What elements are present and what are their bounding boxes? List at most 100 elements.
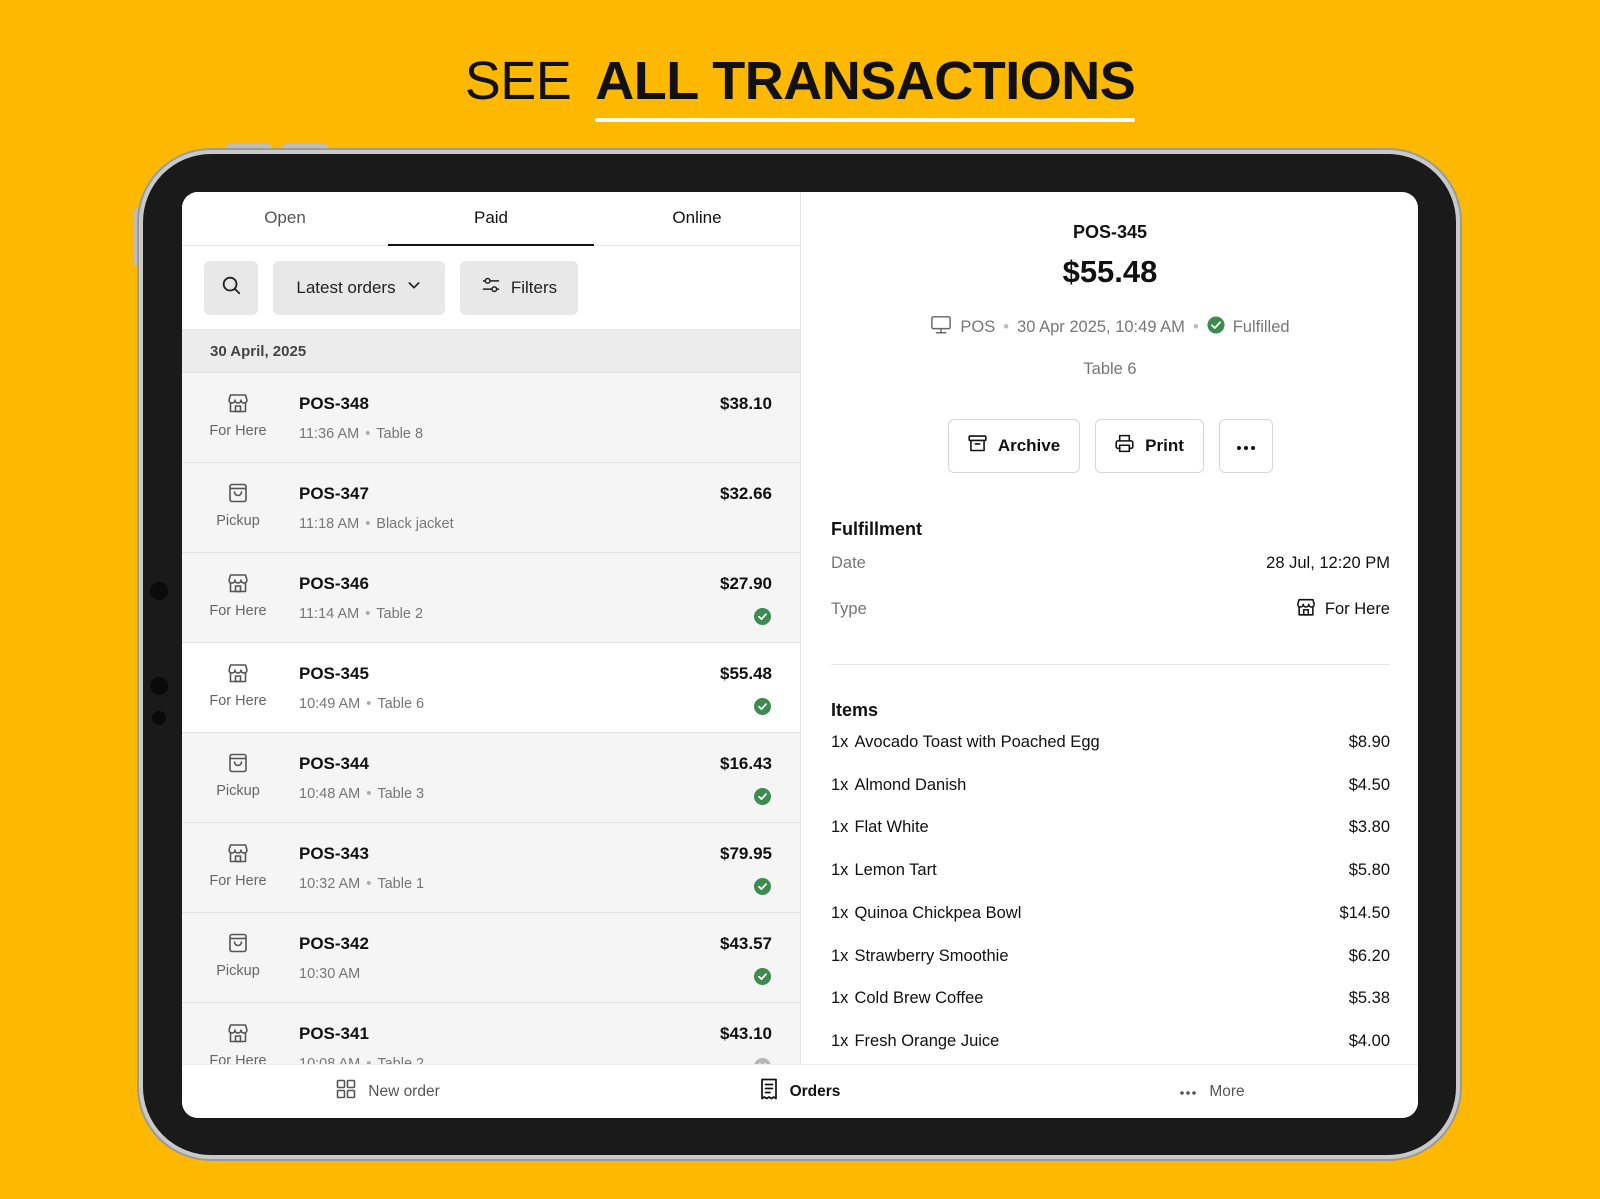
printer-icon <box>1114 433 1135 459</box>
tab-online[interactable]: Online <box>594 192 800 245</box>
search-button[interactable] <box>204 260 258 315</box>
app-screen: Open Paid Online Latest orders Filters 3… <box>182 192 1418 1118</box>
more-actions-button[interactable] <box>1218 419 1273 473</box>
section-divider <box>831 664 1390 665</box>
order-row[interactable]: Pickup POS-347 11:18 AM • Black jacket $32.66 <box>182 463 800 553</box>
order-type: Pickup <box>204 481 272 529</box>
order-amount: $55.48 <box>720 664 772 683</box>
separator-dot: • <box>366 876 372 892</box>
filters-label: Filters <box>510 277 558 297</box>
print-label: Print <box>1145 436 1184 455</box>
order-type: Pickup <box>204 931 272 979</box>
line-item: 1x Strawberry Smoothie $6.20 <box>831 947 1390 966</box>
order-type: For Here <box>204 571 272 619</box>
filters-button[interactable]: Filters <box>460 260 578 315</box>
tablet-sensor <box>152 711 166 725</box>
line-item-name: Lemon Tart <box>854 861 937 880</box>
status-tabs: Open Paid Online <box>182 192 800 246</box>
order-type-label: For Here <box>209 693 267 709</box>
line-item-desc: 1x Lemon Tart <box>831 861 937 880</box>
line-item: 1x Fresh Orange Juice $4.00 <box>831 1032 1390 1051</box>
order-row[interactable]: For Here POS-346 11:14 AM • Table 2 $27.90 <box>182 553 800 643</box>
line-item-name: Strawberry Smoothie <box>854 946 1009 965</box>
detail-actions: Archive Print <box>802 419 1418 473</box>
order-row[interactable]: For Here POS-341 10:08 AM • Table 2 $43.10 <box>182 1003 800 1064</box>
fulfillment-date-label: Date <box>831 554 866 572</box>
line-item-qty: 1x <box>831 946 849 965</box>
line-item-price: $5.38 <box>1348 989 1390 1008</box>
order-id: POS-344 <box>299 754 369 773</box>
sort-dropdown[interactable]: Latest orders <box>273 260 445 315</box>
order-type-label: For Here <box>209 423 267 439</box>
line-item-qty: 1x <box>831 1031 849 1050</box>
nav-new-order[interactable]: New order <box>182 1065 594 1118</box>
order-type-label: For Here <box>209 603 267 619</box>
nav-orders[interactable]: Orders <box>594 1065 1006 1118</box>
store-icon <box>204 391 272 415</box>
print-button[interactable]: Print <box>1094 419 1204 473</box>
detail-source: POS <box>960 318 996 336</box>
order-id: POS-348 <box>299 394 369 413</box>
detail-meta: POS • 30 Apr 2025, 10:49 AM • Fulfilled <box>802 315 1418 340</box>
order-time: 10:08 AM <box>299 1056 361 1064</box>
line-item-name: Quinoa Chickpea Bowl <box>854 903 1022 922</box>
order-row[interactable]: For Here POS-343 10:32 AM • Table 1 $79.95 <box>182 823 800 913</box>
grid-icon <box>336 1079 356 1104</box>
line-item-desc: 1x Strawberry Smoothie <box>831 947 1009 966</box>
order-type-label: Pickup <box>216 963 260 979</box>
separator-dot: • <box>366 786 372 802</box>
line-item-name: Almond Danish <box>854 775 967 794</box>
orders-list: For Here POS-348 11:36 AM • Table 8 $38.10 Pic… <box>182 373 800 1064</box>
tab-paid[interactable]: Paid <box>388 192 594 246</box>
order-note: Table 6 <box>377 696 425 712</box>
line-item-price: $3.80 <box>1348 818 1390 837</box>
nav-more[interactable]: More <box>1006 1065 1418 1118</box>
order-id: POS-347 <box>299 484 369 503</box>
order-meta: 11:14 AM • Table 2 <box>299 606 423 622</box>
order-note: Table 8 <box>376 426 424 442</box>
line-item-price: $5.80 <box>1348 861 1390 880</box>
store-icon <box>204 1021 272 1045</box>
detail-datetime: 30 Apr 2025, 10:49 AM <box>1017 318 1185 336</box>
order-amount: $32.66 <box>720 484 772 503</box>
line-item-name: Flat White <box>854 818 929 837</box>
bottom-navigation: New order Orders More <box>182 1064 1418 1118</box>
fulfillment-type-label: Type <box>831 600 867 618</box>
order-row[interactable]: Pickup POS-342 10:30 AM $43.57 <box>182 913 800 1003</box>
order-meta: 11:36 AM • Table 8 <box>299 426 423 442</box>
order-note: Table 3 <box>377 786 425 802</box>
line-item-name: Cold Brew Coffee <box>854 989 984 1008</box>
order-meta: 10:32 AM • Table 1 <box>299 876 424 892</box>
order-row[interactable]: For Here POS-345 10:49 AM • Table 6 $55.48 <box>182 643 800 733</box>
sort-label: Latest orders <box>296 277 396 297</box>
order-time: 10:30 AM <box>299 966 361 982</box>
tab-open[interactable]: Open <box>182 192 388 245</box>
fulfillment-date-value: 28 Jul, 12:20 PM <box>1266 554 1390 572</box>
line-item-desc: 1x Fresh Orange Juice <box>831 1032 999 1051</box>
line-item-desc: 1x Avocado Toast with Poached Egg <box>831 733 1100 752</box>
order-time: 10:48 AM <box>299 786 361 802</box>
order-detail-panel: POS-345 $55.48 POS • 30 Apr 2025, 10:49 … <box>802 192 1418 1064</box>
date-group-header: 30 April, 2025 <box>182 330 800 373</box>
bag-icon <box>204 481 272 505</box>
line-item-desc: 1x Cold Brew Coffee <box>831 989 983 1008</box>
order-meta: 10:49 AM • Table 6 <box>299 696 424 712</box>
list-toolbar: Latest orders Filters <box>182 246 800 330</box>
order-meta: 10:30 AM <box>299 966 360 982</box>
order-row[interactable]: Pickup POS-344 10:48 AM • Table 3 $16.43 <box>182 733 800 823</box>
fulfilled-check-icon <box>1207 316 1225 339</box>
order-type-label: Pickup <box>216 513 260 529</box>
order-amount: $43.57 <box>720 934 772 953</box>
order-id: POS-345 <box>299 664 369 683</box>
archive-icon <box>967 433 988 459</box>
order-amount: $16.43 <box>720 754 772 773</box>
line-item: 1x Almond Danish $4.50 <box>831 776 1390 795</box>
nav-new-order-label: New order <box>368 1082 440 1100</box>
store-icon <box>1295 596 1317 623</box>
headline-underline <box>595 118 1136 122</box>
headline-light: SEE <box>464 51 572 111</box>
archive-button[interactable]: Archive <box>947 419 1080 473</box>
line-item-qty: 1x <box>831 903 849 922</box>
order-row[interactable]: For Here POS-348 11:36 AM • Table 8 $38.10 <box>182 373 800 463</box>
detail-order-id: POS-345 <box>1072 222 1148 242</box>
